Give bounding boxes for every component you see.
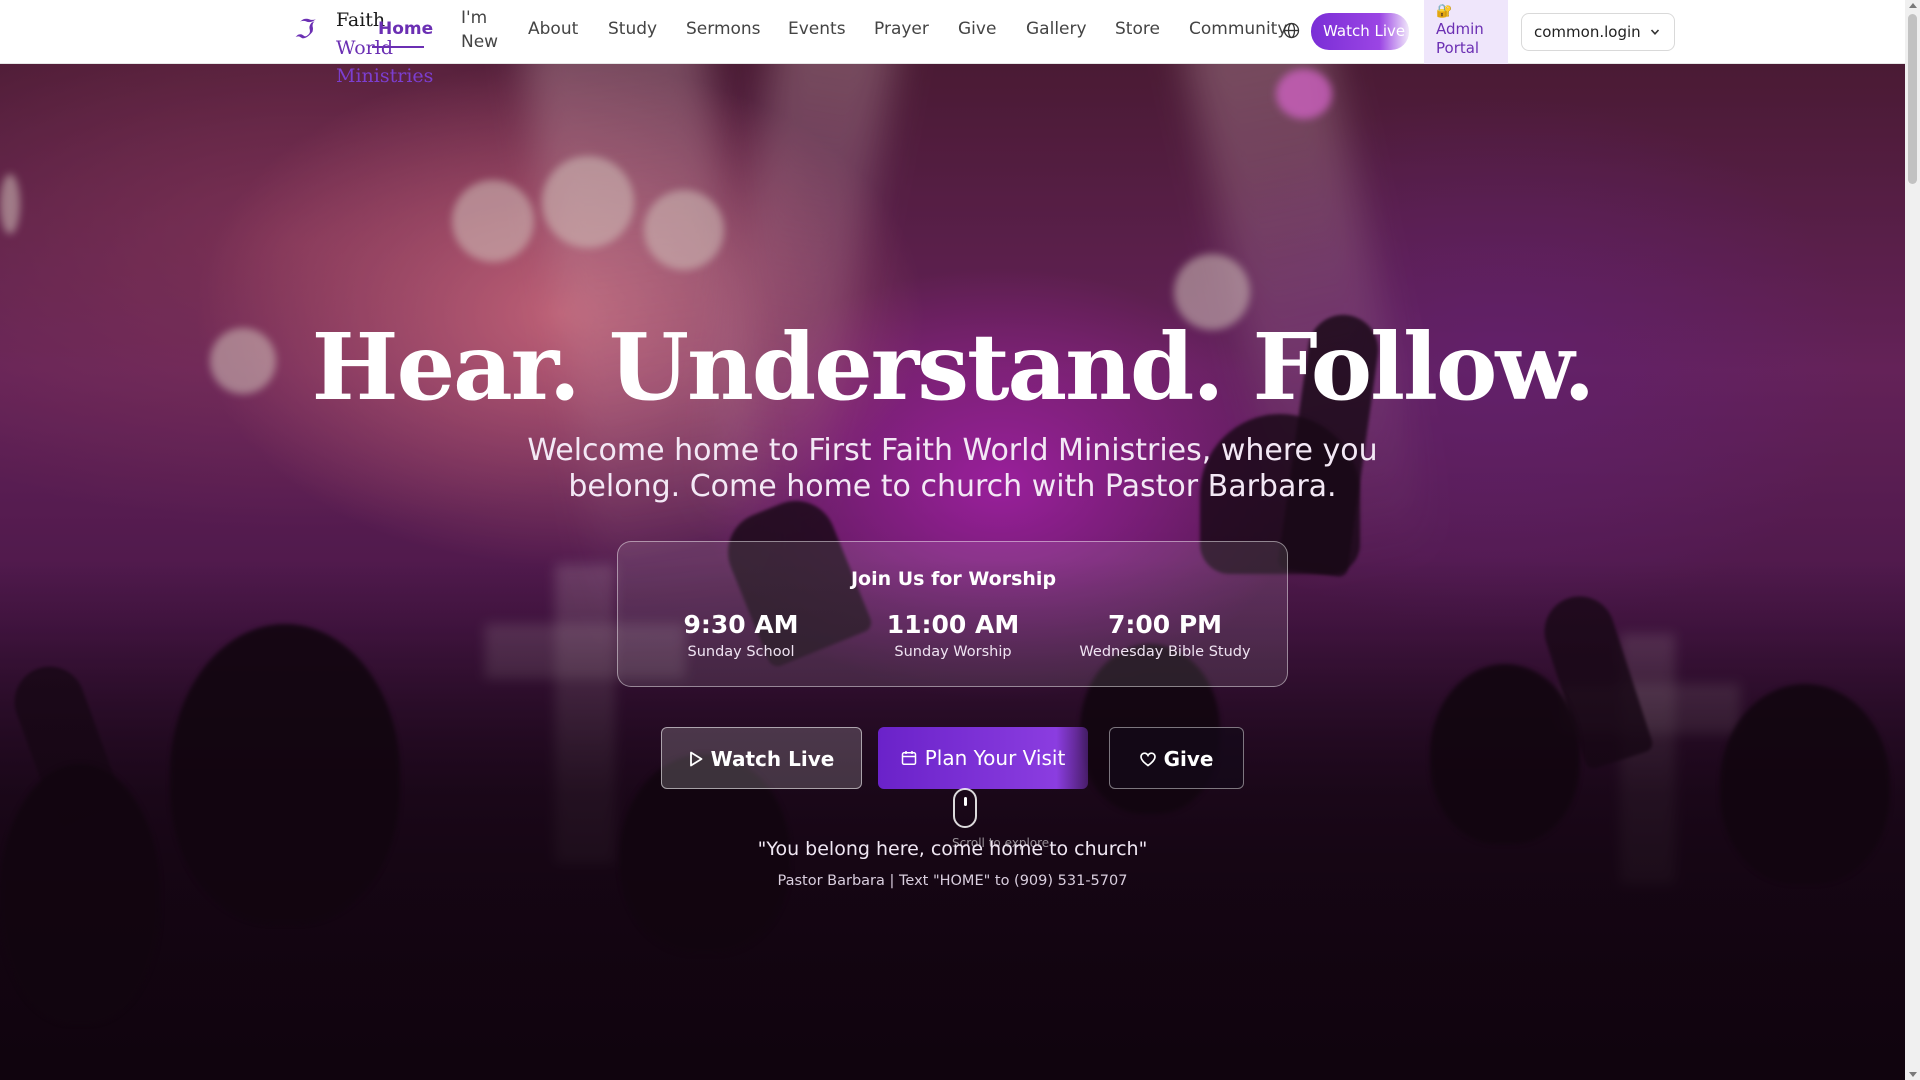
heart-icon xyxy=(1139,751,1156,767)
give-label: Give xyxy=(1163,747,1214,771)
scroll-up-arrow[interactable] xyxy=(1909,3,1917,8)
play-icon xyxy=(689,751,703,767)
service-time-item: 9:30 AM Sunday School xyxy=(631,610,851,662)
lock-icon: 🔐 xyxy=(1436,4,1453,19)
nav-sermons[interactable]: Sermons xyxy=(686,17,761,81)
pastor-contact-line: Pastor Barbara | Text "HOME" to (909) 53… xyxy=(777,873,1128,889)
logo-icon[interactable]: ℑ xyxy=(294,14,316,46)
hero-quote: "You belong here, come home to church" xyxy=(757,838,1148,860)
nav-study[interactable]: Study xyxy=(608,17,657,81)
nav-events[interactable]: Events xyxy=(788,17,846,81)
service-time-item: 11:00 AM Sunday Worship xyxy=(843,610,1063,662)
plan-visit-button[interactable]: Plan Your Visit xyxy=(878,727,1088,789)
scrollbar-thumb[interactable] xyxy=(1908,14,1917,184)
admin-portal-link[interactable]: 🔐 Admin Portal xyxy=(1424,0,1508,64)
worship-times-card: Join Us for Worship 9:30 AM Sunday Schoo… xyxy=(617,541,1288,687)
admin-portal-label-1: Admin xyxy=(1436,20,1484,38)
nav-community[interactable]: Community xyxy=(1189,17,1287,81)
watch-live-label: Watch Live xyxy=(710,747,835,771)
watch-live-nav-button[interactable]: Watch Live xyxy=(1311,13,1409,50)
page-scrollbar[interactable] xyxy=(1905,0,1920,1080)
scroll-mouse-icon[interactable] xyxy=(953,788,977,828)
admin-portal-label-2: Portal xyxy=(1436,39,1480,57)
globe-icon[interactable] xyxy=(1283,22,1300,39)
chevron-down-icon xyxy=(1650,29,1660,35)
crowd-head xyxy=(0,764,160,1024)
login-select[interactable]: common.login xyxy=(1521,13,1675,51)
hero-subtitle: Welcome home to First Faith World Minist… xyxy=(527,433,1378,504)
give-button[interactable]: Give xyxy=(1109,727,1244,789)
crowd-head xyxy=(1430,664,1580,844)
nav-prayer[interactable]: Prayer xyxy=(874,17,929,81)
nav-im-new[interactable]: I'm New xyxy=(461,6,498,70)
nav-im-new-line-2: New xyxy=(461,32,499,52)
service-time: 7:00 PM xyxy=(1107,610,1223,639)
nav-im-new-line-1: I'm xyxy=(461,8,488,28)
calendar-icon xyxy=(901,751,916,766)
watch-live-button[interactable]: Watch Live xyxy=(661,727,862,789)
service-time-item: 7:00 PM Wednesday Bible Study xyxy=(1055,610,1275,662)
brand-line-3: Ministries xyxy=(336,65,434,87)
nav-give[interactable]: Give xyxy=(958,17,996,81)
plan-visit-label: Plan Your Visit xyxy=(924,746,1066,770)
scroll-down-arrow[interactable] xyxy=(1909,1072,1917,1077)
service-time: 11:00 AM xyxy=(886,610,1020,639)
login-select-value: common.login xyxy=(1534,23,1641,41)
nav-store[interactable]: Store xyxy=(1115,17,1160,81)
service-label: Sunday Worship xyxy=(894,644,1012,660)
hero-headline: Hear. Understand. Follow. xyxy=(311,313,1596,421)
service-time: 9:30 AM xyxy=(683,610,799,639)
nav-home[interactable]: Home xyxy=(378,17,433,48)
nav-about[interactable]: About xyxy=(528,17,578,81)
worship-card-title: Join Us for Worship xyxy=(850,568,1057,590)
service-label: Sunday School xyxy=(687,644,795,660)
service-label: Wednesday Bible Study xyxy=(1079,644,1251,660)
top-navbar: ℑ Faith World Ministries Home I'm New Ab… xyxy=(0,0,1905,87)
mouse-wheel xyxy=(964,797,967,806)
nav-gallery[interactable]: Gallery xyxy=(1026,17,1087,81)
